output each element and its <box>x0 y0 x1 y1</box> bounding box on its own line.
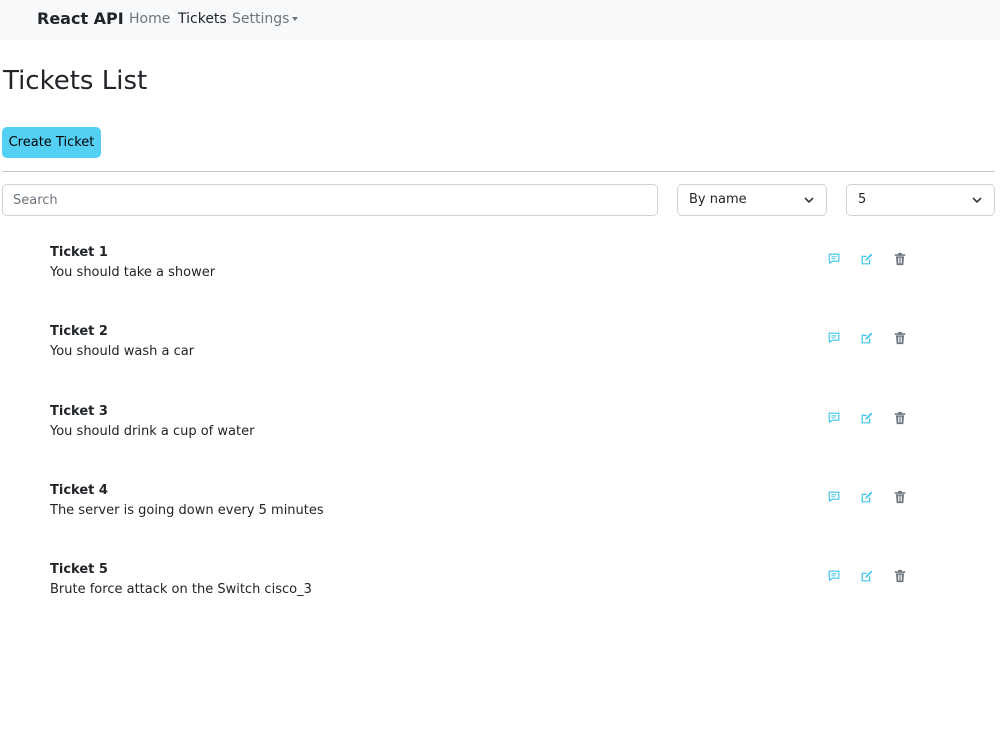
ticket-item: Ticket 4 The server is going down every … <box>50 483 950 527</box>
comment-icon[interactable] <box>827 411 841 425</box>
navbar: React API Home Tickets Settings <box>0 0 1000 40</box>
chevron-down-icon <box>972 197 982 204</box>
sort-select-value: By name <box>689 192 747 207</box>
navbar-brand[interactable]: React API <box>37 9 124 28</box>
page-size-select-value: 5 <box>858 192 867 207</box>
ticket-description: You should wash a car <box>50 344 195 359</box>
nav-link-home[interactable]: Home <box>129 11 170 27</box>
ticket-description: You should drink a cup of water <box>50 424 255 439</box>
divider <box>2 171 995 172</box>
ticket-description: Brute force attack on the Switch cisco_3 <box>50 582 312 597</box>
edit-icon[interactable] <box>860 490 874 504</box>
edit-icon[interactable] <box>860 331 874 345</box>
nav-link-tickets[interactable]: Tickets <box>178 11 227 27</box>
ticket-item: Ticket 5 Brute force attack on the Switc… <box>50 562 950 606</box>
ticket-title: Ticket 3 <box>50 404 108 419</box>
comment-icon[interactable] <box>827 331 841 345</box>
edit-icon[interactable] <box>860 569 874 583</box>
caret-down-icon <box>292 17 299 21</box>
edit-icon[interactable] <box>860 411 874 425</box>
create-ticket-button[interactable]: Create Ticket <box>2 127 101 158</box>
trash-icon[interactable] <box>893 411 907 425</box>
chevron-down-icon <box>804 197 814 204</box>
trash-icon[interactable] <box>893 331 907 345</box>
ticket-item: Ticket 3 You should drink a cup of water <box>50 404 950 448</box>
page-size-select[interactable]: 5 <box>846 184 995 216</box>
ticket-item: Ticket 1 You should take a shower <box>50 245 950 289</box>
sort-select[interactable]: By name <box>677 184 827 216</box>
ticket-item: Ticket 2 You should wash a car <box>50 324 950 368</box>
ticket-title: Ticket 4 <box>50 483 108 498</box>
edit-icon[interactable] <box>860 252 874 266</box>
ticket-title: Ticket 1 <box>50 245 108 260</box>
trash-icon[interactable] <box>893 569 907 583</box>
page-title: Tickets List <box>3 66 148 96</box>
ticket-description: The server is going down every 5 minutes <box>50 503 324 518</box>
trash-icon[interactable] <box>893 252 907 266</box>
nav-dropdown-settings[interactable]: Settings <box>232 11 299 27</box>
ticket-title: Ticket 2 <box>50 324 108 339</box>
ticket-description: You should take a shower <box>50 265 216 280</box>
ticket-title: Ticket 5 <box>50 562 108 577</box>
nav-link-settings-label: Settings <box>232 11 290 27</box>
comment-icon[interactable] <box>827 569 841 583</box>
search-input[interactable] <box>2 184 658 216</box>
comment-icon[interactable] <box>827 490 841 504</box>
comment-icon[interactable] <box>827 252 841 266</box>
trash-icon[interactable] <box>893 490 907 504</box>
